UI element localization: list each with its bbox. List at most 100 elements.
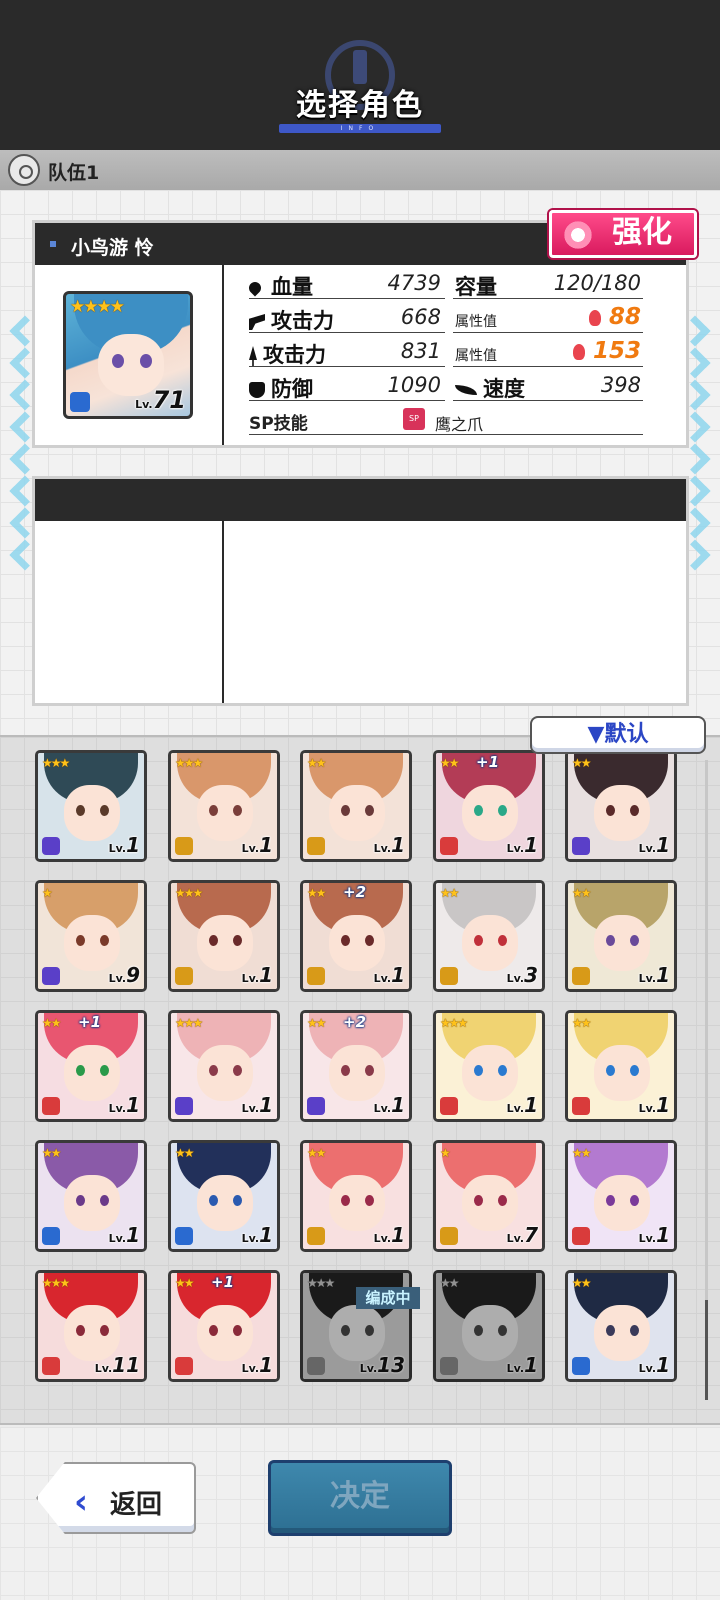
roster-character-tile[interactable]: ★★ +1 Lv.1 <box>433 750 545 862</box>
roster-character-tile[interactable]: ★★ Lv.1 <box>300 1140 412 1252</box>
roster-character-tile[interactable]: ★★ Lv.1 <box>565 750 677 862</box>
rarity-stars: ★★★ <box>175 1016 203 1030</box>
roster-character-tile[interactable]: ★★ Lv.1 <box>565 880 677 992</box>
level-value: 1 <box>126 1093 140 1117</box>
sp-skill-name[interactable]: 鹰之爪 <box>435 411 483 435</box>
enhance-button[interactable]: 强化 <box>549 210 697 258</box>
tile-eye <box>100 935 109 946</box>
stat-capacity-value: 120/180 <box>553 271 641 295</box>
rarity-stars: ★★ <box>175 1276 194 1290</box>
atk-label-text: 攻击力 <box>271 309 334 333</box>
stat-atk2-attr-value: 153 <box>572 338 641 364</box>
roster-character-tile[interactable]: ★★ Lv.1 <box>565 1270 677 1382</box>
roster-character-tile[interactable]: ★★★ Lv.1 <box>168 880 280 992</box>
screen-header: 选择角色 INFO <box>0 0 720 150</box>
roster-character-tile[interactable]: ★★ Lv.1 <box>35 1140 147 1252</box>
enhance-icon <box>562 219 594 251</box>
hp-label-text: 血量 <box>271 275 313 299</box>
level-prefix: Lv. <box>373 1232 392 1245</box>
tile-level: Lv.1 <box>639 833 670 857</box>
tile-eye <box>474 1065 483 1076</box>
tile-eye <box>606 1325 615 1336</box>
roster-character-tile[interactable]: ★★★ Lv.1 <box>433 1010 545 1122</box>
rarity-stars: ★★ <box>42 1146 61 1160</box>
roster-character-tile[interactable]: ★★★ Lv.1 <box>35 750 147 862</box>
tile-level: Lv.1 <box>109 833 140 857</box>
character-portrait[interactable]: ★★★★ Lv.71 <box>63 291 193 419</box>
level-prefix: Lv. <box>241 1362 260 1375</box>
roster-character-tile[interactable]: ★★ Lv.1 <box>168 1140 280 1252</box>
tile-level: Lv.1 <box>639 1093 670 1117</box>
back-button[interactable]: ‹ 返回 <box>36 1462 196 1534</box>
roster-character-tile[interactable]: ★★★ Lv.11 <box>35 1270 147 1382</box>
roster-character-tile[interactable]: ★★★ Lv.1 <box>168 750 280 862</box>
stat-def-label: 防御 <box>249 373 313 403</box>
tile-eye <box>233 935 242 946</box>
level-prefix: Lv. <box>359 1362 378 1375</box>
confirm-button[interactable]: 决定 <box>268 1460 452 1536</box>
roster-character-tile[interactable]: ★★ +2 Lv.1 <box>300 880 412 992</box>
rarity-stars: ★★ <box>572 1016 591 1030</box>
level-value: 11 <box>112 1353 140 1377</box>
stat-atk2-row: 攻击力 831 <box>249 337 445 367</box>
heart-icon <box>246 279 264 297</box>
tile-level: Lv.3 <box>507 963 538 987</box>
tile-level: Lv.1 <box>242 833 273 857</box>
roster-scroll-thumb[interactable] <box>705 1300 708 1400</box>
roster-character-tile[interactable]: ★ Lv.7 <box>433 1140 545 1252</box>
stat-hp-row: 血量 4739 <box>246 269 445 299</box>
tile-eye <box>630 1195 639 1206</box>
weapon-type-icon <box>307 1227 325 1245</box>
sword-icon <box>249 346 257 366</box>
tile-eye <box>474 1325 483 1336</box>
tile-eye <box>474 805 483 816</box>
roster-character-tile[interactable]: ★★ Lv.1 <box>565 1010 677 1122</box>
tile-eye <box>365 1065 374 1076</box>
level-value: 3 <box>524 963 538 987</box>
level-prefix: Lv. <box>94 1362 113 1375</box>
title-underline: INFO <box>279 124 441 133</box>
tile-eye <box>233 805 242 816</box>
roster-character-tile[interactable]: ★★ Lv.3 <box>433 880 545 992</box>
tile-level: Lv.9 <box>109 963 140 987</box>
level-value: 1 <box>656 833 670 857</box>
sort-dropdown-button[interactable]: ▼默认 <box>530 716 706 754</box>
roster-character-tile[interactable]: ★★ +1 Lv.1 <box>35 1010 147 1122</box>
roster-character-tile[interactable]: ★★ Lv.1 <box>565 1140 677 1252</box>
rarity-stars: ★★★ <box>175 886 203 900</box>
weapon-type-icon <box>440 1227 458 1245</box>
level-prefix: Lv. <box>638 1232 657 1245</box>
weapon-type-icon <box>175 967 193 985</box>
page-title: 选择角色 <box>296 88 424 123</box>
team-label: 队伍1 <box>48 162 100 184</box>
level-value: 1 <box>524 1353 538 1377</box>
shield-icon <box>249 382 265 398</box>
tile-eye <box>365 805 374 816</box>
level-value: 9 <box>126 963 140 987</box>
tile-eye <box>341 1065 350 1076</box>
roster-character-tile[interactable]: ★★ Lv.1 <box>433 1270 545 1382</box>
stat-atk2-attr-label: 属性值 <box>455 348 497 364</box>
stat-atk-attr-row: 属性值 88 <box>453 303 643 333</box>
level-value: 7 <box>524 1223 538 1247</box>
team-bar: 队伍1 <box>0 150 720 190</box>
roster-character-tile[interactable]: ★★ +2 Lv.1 <box>300 1010 412 1122</box>
tile-eye <box>365 1195 374 1206</box>
roster-character-tile[interactable]: ★★ +1 Lv.1 <box>168 1270 280 1382</box>
sp-skill-label: SP技能 <box>249 414 308 434</box>
weapon-type-icon <box>440 1097 458 1115</box>
roster-character-tile[interactable]: ★★★ Lv.1 <box>168 1010 280 1122</box>
weapon-type-icon <box>440 1357 458 1375</box>
rarity-stars: ★★ <box>175 1146 194 1160</box>
level-value: 1 <box>259 963 273 987</box>
limit-break-count: +1 <box>78 1013 102 1031</box>
tile-eye <box>233 1195 242 1206</box>
stat-spd-label: 速度 <box>455 373 525 403</box>
roster-character-tile[interactable]: ★ Lv.9 <box>35 880 147 992</box>
tile-level: Lv.1 <box>242 963 273 987</box>
rarity-stars: ★★ <box>307 1146 326 1160</box>
tile-level: Lv.7 <box>507 1223 538 1247</box>
level-value: 13 <box>377 1353 405 1377</box>
weapon-type-icon <box>440 967 458 985</box>
roster-character-tile[interactable]: ★★ Lv.1 <box>300 750 412 862</box>
